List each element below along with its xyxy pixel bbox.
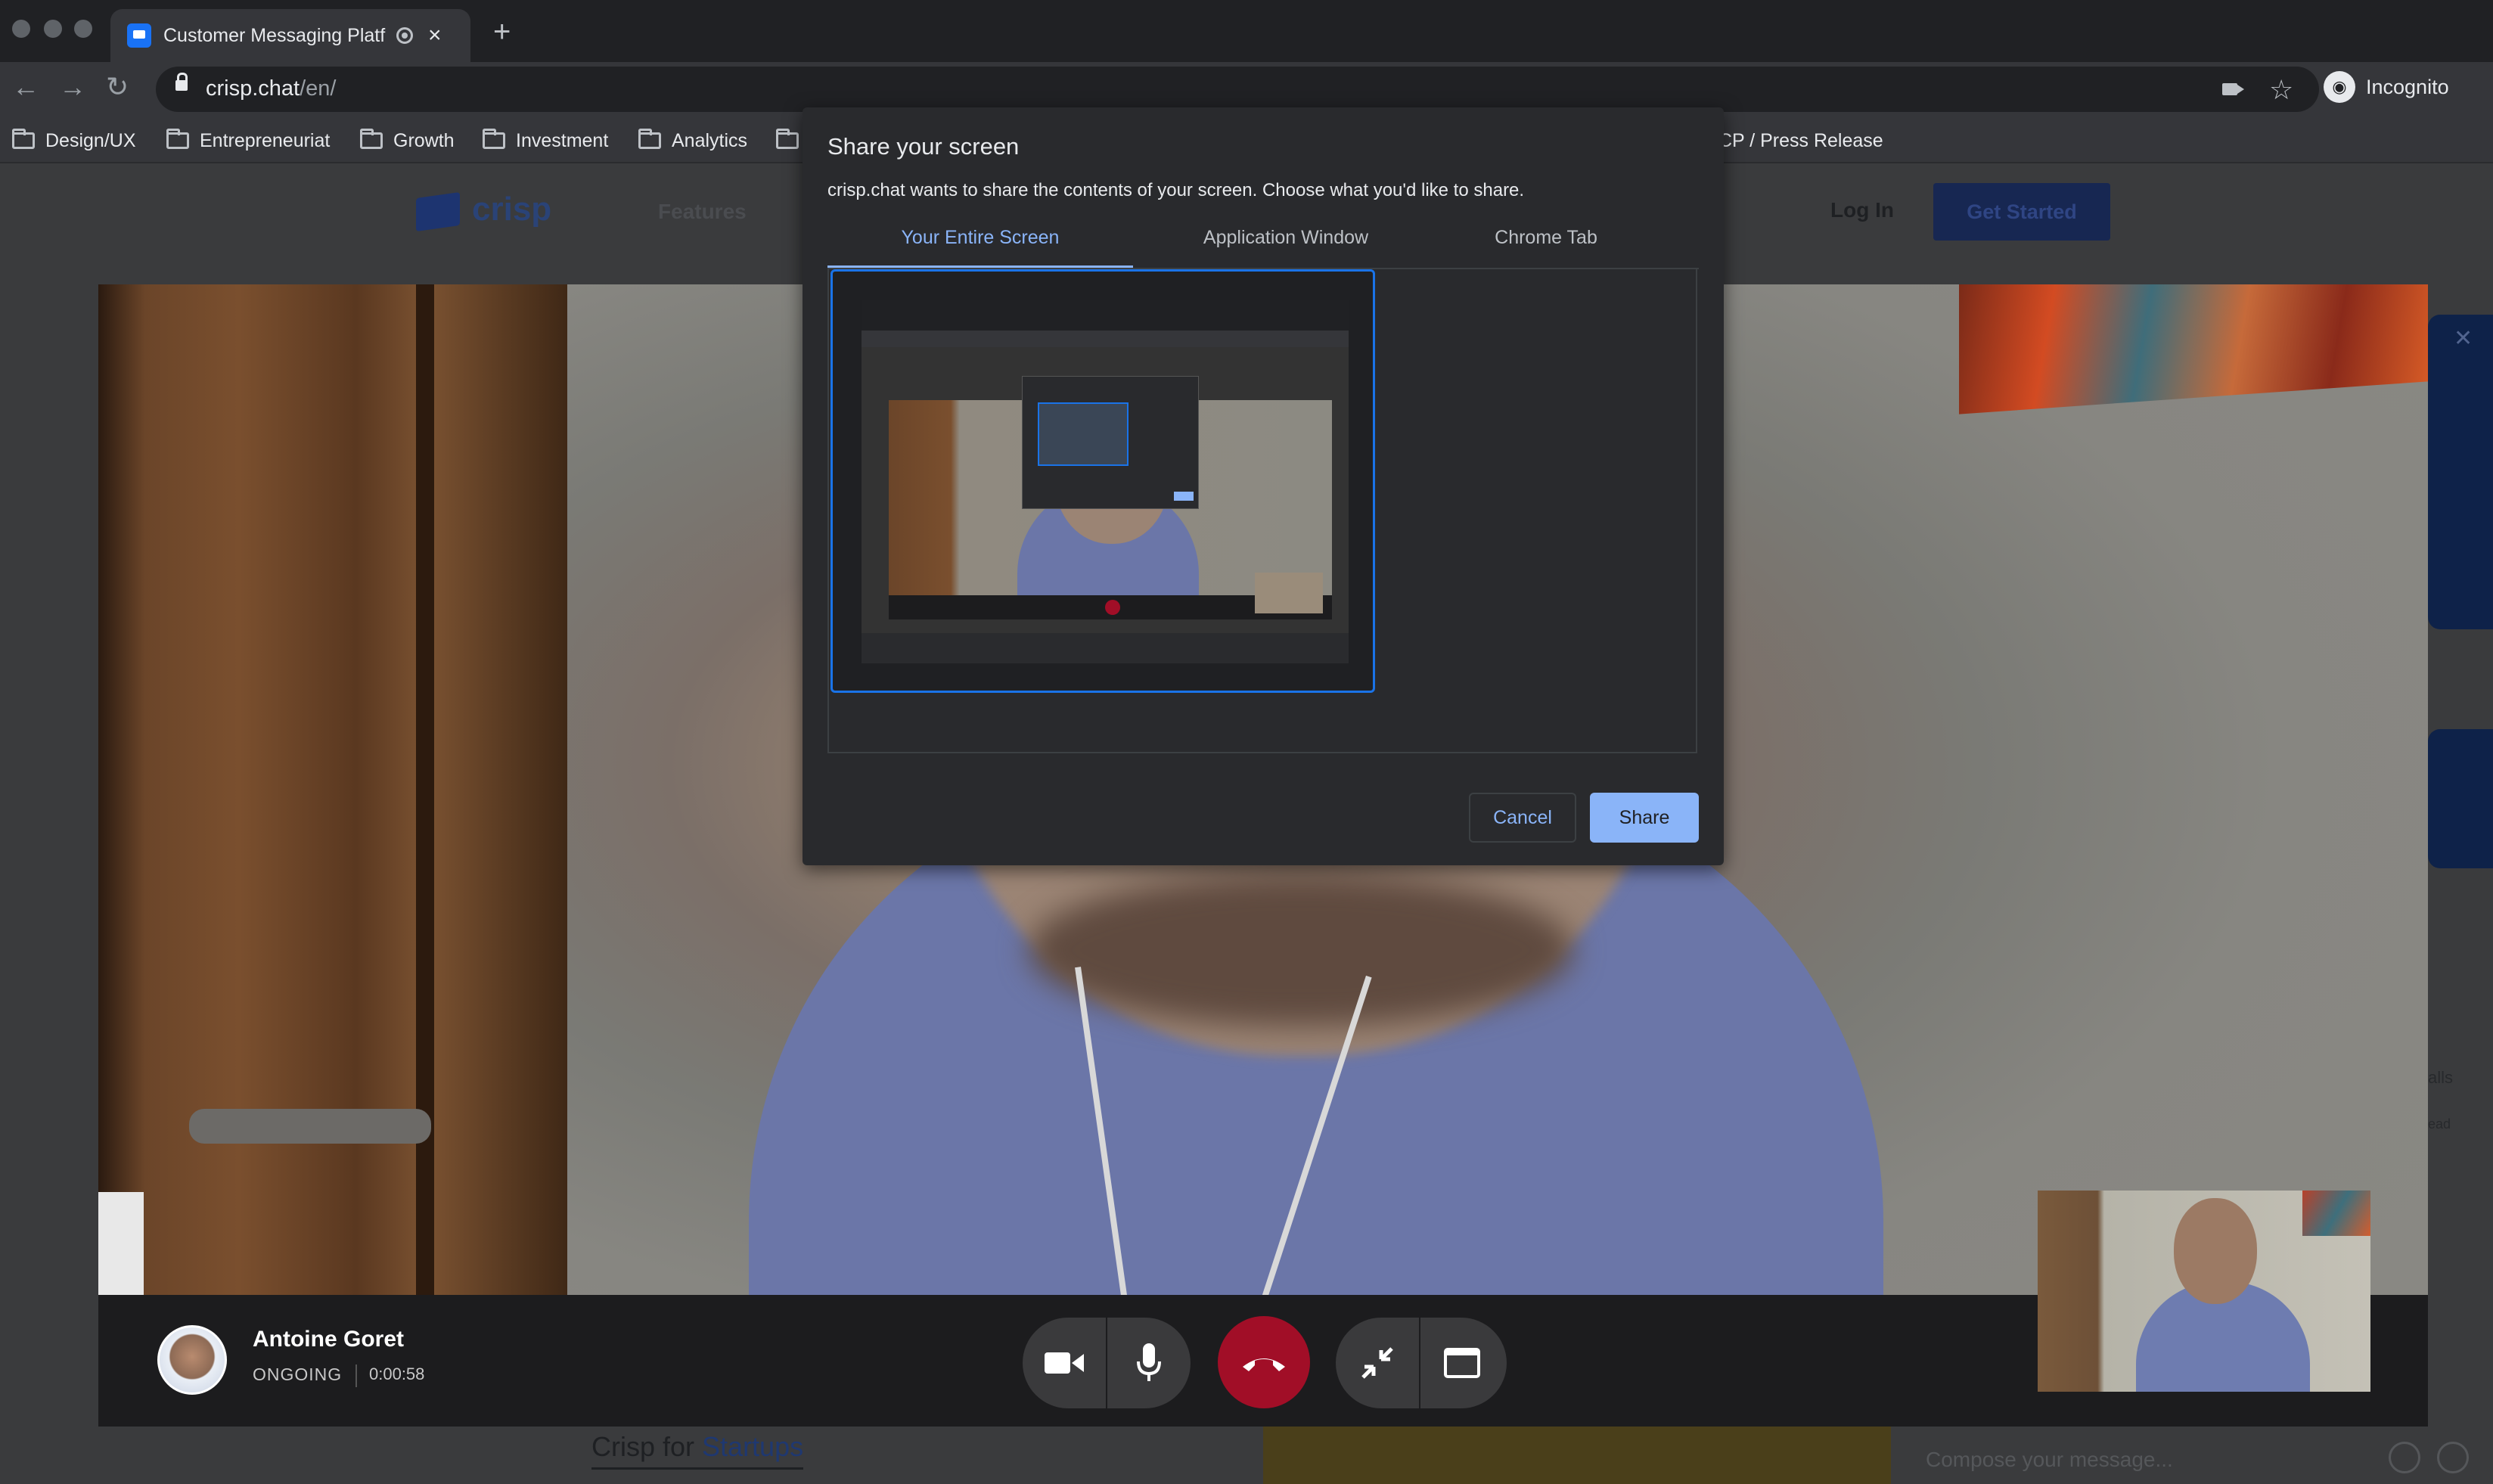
tab-entire-screen[interactable]: Your Entire Screen <box>827 227 1133 269</box>
self-video-face <box>2174 1198 2257 1304</box>
lock-icon <box>175 73 188 91</box>
share-screen-dialog: Share your screen crisp.chat wants to sh… <box>803 107 1724 865</box>
reload-icon[interactable]: ↻ <box>106 71 129 103</box>
tab-close-icon[interactable]: × <box>428 23 442 48</box>
bookmark-label: CP / Press Release <box>1718 129 1883 151</box>
incognito-icon: ◉ <box>2324 71 2355 103</box>
side-text: ead <box>2428 1116 2451 1132</box>
incognito-indicator[interactable]: ◉ Incognito <box>2324 71 2449 103</box>
back-icon[interactable]: ← <box>12 71 39 103</box>
media-controls <box>1023 1318 1191 1408</box>
bookmark-label: Design/UX <box>45 129 136 151</box>
caller-name: Antoine Goret <box>253 1327 404 1352</box>
minimize-icon[interactable] <box>1336 1318 1419 1408</box>
bookmark-star-icon[interactable]: ☆ <box>2269 74 2293 106</box>
folder-icon <box>12 129 35 149</box>
new-tab-icon[interactable]: + <box>493 15 511 49</box>
thumbnail-share-button <box>1174 492 1194 501</box>
camera-in-use-icon[interactable] <box>2222 83 2244 95</box>
cancel-button[interactable]: Cancel <box>1469 793 1576 843</box>
folder-icon <box>483 129 505 149</box>
screen-source-list <box>827 269 1697 753</box>
bookmark-analytics[interactable]: Analytics <box>638 120 747 162</box>
self-video-painting <box>2302 1191 2370 1236</box>
browser-tab-strip: Customer Messaging Platf × + <box>0 0 2493 62</box>
thumbnail-chrome <box>862 300 1349 331</box>
bookmark-entrepreneuriat[interactable]: Entrepreneuriat <box>166 120 330 162</box>
thumbnail-toolbar <box>862 331 1349 347</box>
hang-up-icon <box>1243 1358 1285 1371</box>
bookmark-design-ux[interactable]: Design/UX <box>12 120 136 162</box>
incognito-label: Incognito <box>2366 75 2449 98</box>
bookmark-investment[interactable]: Investment <box>483 120 608 162</box>
bookmark-label: Growth <box>393 129 455 151</box>
folder-icon <box>166 129 189 149</box>
video-background-door <box>98 284 567 1427</box>
bookmark-press-release[interactable]: CP / Press Release <box>1718 120 1883 162</box>
caller-avatar <box>157 1325 227 1395</box>
side-panel-close-icon[interactable]: ✕ <box>2454 325 2473 352</box>
video-painting <box>1959 284 2428 414</box>
recording-indicator-icon <box>396 27 413 44</box>
window-minimize-dot[interactable] <box>44 20 62 38</box>
get-started-button[interactable]: Get Started <box>1933 183 2110 241</box>
thumbnail-dialog <box>1022 376 1199 509</box>
side-text: alls <box>2428 1068 2454 1087</box>
url-text: crisp.chat/en/ <box>206 76 337 101</box>
status-divider <box>355 1364 357 1387</box>
window-close-dot[interactable] <box>12 20 30 38</box>
nav-features[interactable]: Features <box>658 200 747 224</box>
crisp-chat-favicon <box>127 23 151 48</box>
chat-side-panel <box>2428 315 2493 629</box>
crisp-logo-text[interactable]: crisp <box>472 191 551 228</box>
address-bar[interactable]: crisp.chat/en/ ☆ <box>156 67 2319 112</box>
dialog-title: Share your screen <box>827 133 1020 160</box>
entire-screen-option[interactable] <box>830 269 1375 693</box>
tab-title: Customer Messaging Platf <box>163 24 386 46</box>
folder-icon <box>776 129 799 149</box>
screen-thumbnail <box>862 300 1349 663</box>
video-shadow <box>1029 874 1573 1026</box>
folder-icon <box>638 129 661 149</box>
tab-chrome-tab[interactable]: Chrome Tab <box>1393 227 1699 269</box>
call-status: ONGOING <box>253 1364 343 1384</box>
bookmark-label: Analytics <box>672 129 748 151</box>
promo-strip <box>1263 1425 1891 1484</box>
video-door-frame <box>416 284 434 1427</box>
thumbnail-dialog-preview <box>1038 402 1129 466</box>
emoji-icon[interactable] <box>2389 1442 2420 1473</box>
fullscreen-icon[interactable] <box>1420 1318 1504 1408</box>
footer-heading: Crisp for Startups <box>591 1431 804 1470</box>
thumbnail-self-view <box>1255 573 1323 613</box>
microphone-icon[interactable] <box>1107 1318 1191 1408</box>
chat-side-card <box>2428 729 2493 868</box>
browser-tab[interactable]: Customer Messaging Platf × <box>110 9 470 62</box>
window-zoom-dot[interactable] <box>74 20 92 38</box>
hang-up-button[interactable] <box>1218 1316 1310 1408</box>
login-link[interactable]: Log In <box>1830 198 1894 222</box>
dialog-description: crisp.chat wants to share the contents o… <box>827 180 1525 200</box>
attach-plus-icon[interactable] <box>2437 1442 2469 1473</box>
view-controls <box>1336 1318 1507 1408</box>
folder-icon <box>360 129 383 149</box>
bookmark-label: Entrepreneuriat <box>200 129 331 151</box>
share-button[interactable]: Share <box>1590 793 1699 843</box>
video-door-handle <box>189 1109 431 1144</box>
bookmark-growth[interactable]: Growth <box>360 120 455 162</box>
thumbnail-footer <box>862 633 1349 663</box>
crisp-logo-icon <box>416 191 460 232</box>
forward-icon[interactable]: → <box>59 71 86 103</box>
bookmark-label: Investment <box>516 129 609 151</box>
call-duration: 0:00:58 <box>369 1364 425 1383</box>
compose-input[interactable]: Compose your message... <box>1926 1448 2173 1472</box>
video-camera-icon[interactable] <box>1023 1318 1106 1408</box>
thumbnail-hangup <box>1105 600 1120 615</box>
self-video-preview[interactable] <box>2038 1191 2370 1392</box>
